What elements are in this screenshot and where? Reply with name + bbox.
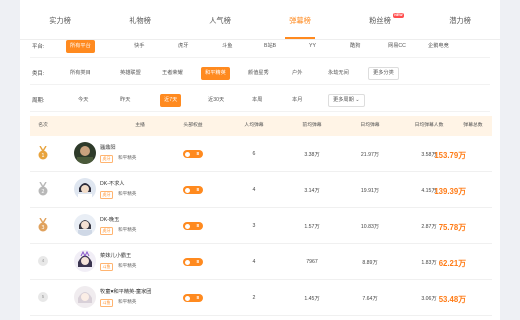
svg-text:1: 1: [41, 153, 44, 159]
per-user-value: 3: [252, 223, 256, 229]
level-badge: 8: [183, 258, 203, 266]
period-option-yesterday[interactable]: 昨天: [116, 94, 134, 107]
table-row[interactable]: 2 DK-不求人 虎牙 和平精英 8 4 3.14万 19.91万 4.15万 …: [30, 172, 492, 208]
period-filter: 周期: 今天 昨天 近7天 近30天 本周 本月 更多周期 ⌄: [30, 88, 490, 112]
platform-option-kugou[interactable]: 酷狗: [346, 40, 364, 53]
rank-number: 4: [38, 256, 48, 266]
daily-avg-value: 8.89万: [362, 260, 378, 266]
silver-medal-icon: 2: [38, 182, 48, 196]
header-total: 弹幕总数: [463, 123, 483, 128]
more-periods-dropdown[interactable]: 更多周期 ⌄: [328, 94, 365, 107]
table-row[interactable]: 5 牧童♥和平精英-童家团 斗鱼 和平精英 8 2 1.45万 7.64万 3.…: [30, 280, 492, 316]
front-avg-value: 3.38万: [304, 152, 320, 158]
front-avg-value: 3.14万: [304, 188, 320, 194]
platform-filter: 平台: 所有平台 快手 虎牙 斗鱼 B站B YY 酷狗 网易CC 企鹅电竞: [30, 34, 490, 58]
front-avg-value: 1.57万: [304, 224, 320, 230]
period-option-7days[interactable]: 近7天: [160, 94, 182, 107]
period-option-this-month[interactable]: 本月: [288, 94, 306, 107]
table-row[interactable]: 1 骚鼎阳 虎牙 和平精英 8 6 3.38万 21.97万 3.58万 153…: [30, 136, 492, 172]
period-option-today[interactable]: 今天: [74, 94, 92, 107]
bronze-medal-icon: 3: [38, 218, 48, 232]
total-value: 53.48万: [438, 295, 466, 304]
total-value: 62.21万: [438, 259, 466, 268]
header-rank: 名次: [38, 123, 48, 128]
platform-option-netease-cc[interactable]: 网易CC: [384, 40, 410, 53]
level-badge: 8: [183, 186, 203, 194]
platform-option-huya[interactable]: 虎牙: [174, 40, 192, 53]
per-user-value: 4: [252, 259, 256, 265]
level-badge: 8: [183, 294, 203, 302]
per-user-value: 6: [252, 151, 256, 157]
platform-tag: 虎牙: [100, 191, 113, 199]
category-option-wzry[interactable]: 王者荣耀: [158, 67, 187, 80]
streamer-name[interactable]: 骚鼎阳: [100, 144, 116, 151]
category-option-showbiz[interactable]: 颜值星秀: [244, 67, 273, 80]
streamer-name[interactable]: 菜妹儿小霸王: [100, 252, 131, 259]
header-head-rights: 头部权益: [183, 123, 203, 128]
category-option-pubg-mobile[interactable]: 和平精英: [201, 67, 230, 80]
table-row[interactable]: 3 DK-晚玉 虎牙 和平精英 8 3 1.57万 10.83万 2.87万 7…: [30, 208, 492, 244]
daily-avg-value: 10.83万: [360, 224, 380, 230]
game-label: 和平精英: [118, 155, 137, 160]
platform-tag: 虎牙: [100, 155, 113, 163]
daily-avg-value: 21.97万: [360, 152, 380, 158]
platform-option-yy[interactable]: YY: [305, 40, 320, 53]
more-categories-button[interactable]: 更多分类: [368, 67, 399, 80]
header-daily-avg: 日均弹幕: [360, 123, 380, 128]
front-avg-value: 7967: [306, 259, 318, 265]
table-header: 名次 主播 头部权益 人均弹幕 前均弹幕 日均弹幕 日均弹幕人数 弹幕总数: [30, 116, 492, 136]
avatar[interactable]: [74, 142, 96, 164]
game-label: 和平精英: [118, 191, 137, 196]
daily-avg-value: 7.64万: [362, 296, 378, 302]
platform-option-kuaishou[interactable]: 快手: [130, 40, 148, 53]
per-user-value: 4: [252, 187, 256, 193]
svg-text:3: 3: [41, 225, 44, 231]
total-value: 139.39万: [434, 187, 466, 196]
platform-tag: 斗鱼: [100, 299, 113, 307]
total-value: 75.78万: [438, 223, 466, 232]
table-row[interactable]: 4 菜妹儿小霸王 斗鱼 和平精英 8 4 7967 8.89万 1.83万 62…: [30, 244, 492, 280]
period-filter-label: 周期:: [32, 97, 45, 104]
platform-tag: 虎牙: [100, 227, 113, 235]
game-label: 和平精英: [118, 227, 137, 232]
per-user-value: 2: [252, 295, 256, 301]
platform-option-all[interactable]: 所有平台: [66, 40, 95, 53]
header-front-avg: 前均弹幕: [302, 123, 322, 128]
streamer-name[interactable]: DK-晚玉: [100, 216, 119, 223]
new-badge: NEW: [392, 13, 405, 18]
platform-tag: 斗鱼: [100, 263, 113, 271]
category-option-outdoor[interactable]: 户外: [288, 67, 306, 80]
platform-option-penguin[interactable]: 企鹅电竞: [424, 40, 453, 53]
ranking-page: 实力榜 礼物榜 人气榜 弹幕榜 粉丝榜 NEW 潜力榜 平台: 所有平台 快手 虎…: [20, 0, 500, 320]
level-badge: 8: [183, 150, 203, 158]
platform-option-bilibili[interactable]: B站B: [260, 40, 280, 53]
rank-number: 5: [38, 292, 48, 302]
category-option-all[interactable]: 所有类目: [66, 67, 95, 80]
header-daily-users: 日均弹幕人数: [414, 123, 444, 128]
category-filter-label: 类目:: [32, 70, 45, 77]
period-option-this-week[interactable]: 本周: [248, 94, 266, 107]
level-badge: 8: [183, 222, 203, 230]
avatar[interactable]: [74, 286, 96, 308]
category-option-lol[interactable]: 英雄联盟: [116, 67, 145, 80]
avatar[interactable]: [74, 178, 96, 200]
avatar[interactable]: [74, 250, 96, 272]
avatar[interactable]: [74, 214, 96, 236]
platform-option-douyu[interactable]: 斗鱼: [218, 40, 236, 53]
category-option-naraka[interactable]: 永劫无间: [324, 67, 353, 80]
streamer-name[interactable]: DK-不求人: [100, 180, 125, 187]
period-option-30days[interactable]: 近30天: [204, 94, 228, 107]
header-per-user: 人均弹幕: [244, 123, 264, 128]
daily-avg-value: 19.91万: [360, 188, 380, 194]
game-label: 和平精英: [118, 263, 137, 268]
total-value: 153.79万: [434, 151, 466, 160]
front-avg-value: 1.45万: [304, 296, 320, 302]
category-filter: 类目: 所有类目 英雄联盟 王者荣耀 和平精英 颜值星秀 户外 永劫无间 更多分…: [30, 61, 490, 85]
streamer-name[interactable]: 牧童♥和平精英-童家团: [100, 288, 152, 295]
svg-text:2: 2: [41, 189, 44, 195]
header-streamer: 主播: [135, 123, 145, 128]
game-label: 和平精英: [118, 299, 137, 304]
gold-medal-icon: 1: [38, 146, 48, 160]
platform-filter-label: 平台:: [32, 43, 45, 50]
